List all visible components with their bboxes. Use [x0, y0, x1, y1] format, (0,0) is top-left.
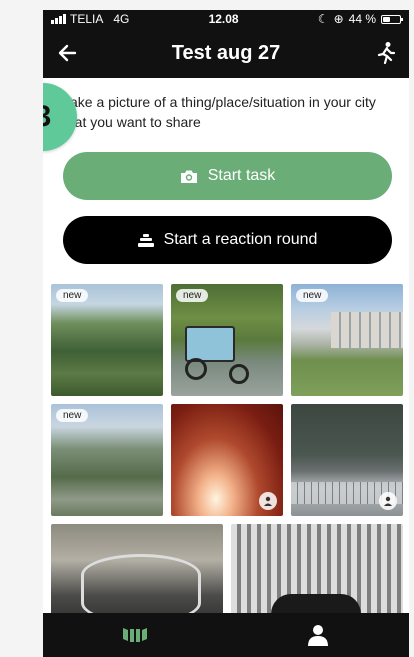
nav-profile[interactable]	[298, 620, 338, 650]
photo-tile[interactable]: new	[291, 284, 403, 396]
new-badge: new	[56, 409, 89, 422]
reaction-round-label: Start a reaction round	[163, 231, 318, 248]
start-reaction-round-button[interactable]: Start a reaction round	[63, 216, 392, 264]
top-app-bar: Test aug 27	[43, 28, 409, 78]
moon-icon: ☾	[317, 12, 329, 26]
photo-tile[interactable]	[291, 404, 403, 516]
user-icon	[379, 492, 397, 510]
page-title: Test aug 27	[171, 41, 281, 64]
network-type: 4G	[113, 12, 130, 26]
walking-person-icon[interactable]	[373, 40, 399, 66]
task-instruction: Take a picture of a thing/place/situatio…	[63, 94, 376, 130]
bottom-navigation	[43, 613, 409, 657]
orientation-lock-icon: ⊕	[333, 12, 344, 26]
new-badge: new	[176, 289, 209, 302]
start-task-label: Start task	[207, 167, 276, 184]
photo-tile[interactable]: new	[51, 284, 163, 396]
battery-icon	[381, 14, 403, 24]
cake-icon	[137, 233, 154, 247]
photo-tile[interactable]: new	[171, 284, 283, 396]
photo-tile[interactable]: new	[51, 404, 163, 516]
clock: 12.08	[208, 12, 239, 26]
carrier-name: TELIA	[70, 12, 104, 26]
profile-icon	[307, 625, 328, 646]
start-task-button[interactable]: Start task	[63, 152, 392, 200]
home-logo-icon	[122, 628, 147, 642]
arrow-left-icon[interactable]	[55, 40, 81, 66]
nav-home[interactable]	[115, 620, 155, 650]
user-icon	[259, 492, 277, 510]
new-badge: new	[56, 289, 89, 302]
photo-tile[interactable]	[171, 404, 283, 516]
status-bar: TELIA 4G 12.08 ☾ ⊕ 44 %	[43, 10, 409, 28]
battery-percent: 44 %	[348, 12, 376, 26]
signal-icon	[51, 14, 66, 24]
new-badge: new	[296, 289, 329, 302]
app-screen: TELIA 4G 12.08 ☾ ⊕ 44 % Test aug 27 Take…	[43, 10, 409, 657]
camera-icon	[180, 170, 197, 183]
